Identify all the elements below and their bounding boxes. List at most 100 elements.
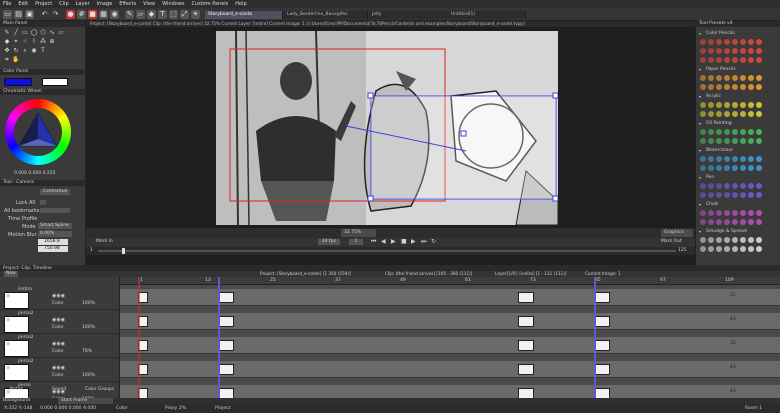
warp-tool-icon[interactable]: ⌇ (30, 38, 38, 46)
menu-file[interactable]: File (3, 1, 11, 7)
mode-dropdown[interactable]: Smart Spline (38, 223, 72, 229)
brush-preset-icon[interactable] (708, 219, 714, 225)
menu-custom-panels[interactable]: Custom Panels (191, 1, 228, 7)
brush-preset-icon[interactable] (716, 39, 722, 45)
expand-arrow-icon[interactable]: ▾ (699, 148, 701, 153)
secondary-color-swatch[interactable] (42, 78, 68, 86)
expand-arrow-icon[interactable]: ▾ (699, 67, 701, 72)
brush-preset-icon[interactable] (748, 192, 754, 198)
brush-preset-icon[interactable] (716, 129, 722, 135)
sound-tab[interactable]: Sound (52, 387, 66, 392)
room-selector[interactable]: Room 1 (745, 404, 762, 413)
layers-icon[interactable]: ▦ (99, 10, 108, 19)
brush-preset-icon[interactable] (748, 57, 754, 63)
brush-preset-icon[interactable] (700, 138, 706, 144)
grid-icon[interactable]: # (77, 10, 86, 19)
brush-preset-icon[interactable] (740, 138, 746, 144)
preset-section-1[interactable]: Paper Pencils (706, 67, 736, 72)
bookmarks-dropdown[interactable] (40, 208, 70, 213)
brush-preset-icon[interactable] (732, 156, 738, 162)
preset-section-7[interactable]: Smudge & Spread (706, 229, 747, 234)
brush-preset-icon[interactable] (756, 75, 762, 81)
brush-preset-icon[interactable] (740, 246, 746, 252)
frame-slider-handle[interactable] (122, 248, 125, 254)
playhead-left[interactable] (218, 277, 220, 398)
position-x-field[interactable]: 1656.9 (38, 239, 68, 245)
image-cell[interactable] (594, 292, 610, 303)
text-tool-icon[interactable]: T (39, 47, 47, 55)
brush-preset-icon[interactable] (724, 129, 730, 135)
brush-preset-icon[interactable] (700, 192, 706, 198)
brush-preset-icon[interactable] (756, 192, 762, 198)
image-cell[interactable] (218, 316, 234, 327)
brush-preset-icon[interactable] (748, 237, 754, 243)
menu-image[interactable]: Image (97, 1, 113, 7)
brush-preset-icon[interactable] (756, 138, 762, 144)
brush-preset-icon[interactable] (700, 57, 706, 63)
polygon-tool-icon[interactable]: ⬡ (39, 29, 47, 37)
brush-preset-icon[interactable] (740, 183, 746, 189)
layer-opacity[interactable]: 78% (82, 349, 92, 354)
expand-arrow-icon[interactable]: ▾ (699, 229, 701, 234)
brush-preset-icon[interactable] (724, 39, 730, 45)
brush-preset-icon[interactable] (700, 165, 706, 171)
brush-preset-icon[interactable] (748, 156, 754, 162)
brush-preset-icon[interactable] (756, 210, 762, 216)
brush-preset-icon[interactable] (708, 129, 714, 135)
layer-icons[interactable]: ◉◉◉ (52, 293, 65, 299)
eraser-icon[interactable]: ▱ (136, 10, 145, 19)
move-tool-icon[interactable]: ✥ (3, 47, 11, 55)
play-icon[interactable]: ▶ (391, 238, 396, 245)
preset-section-6[interactable]: Chalk (706, 202, 719, 207)
spray-tool-icon[interactable]: ⁂ (39, 38, 47, 46)
brush-preset-icon[interactable] (700, 183, 706, 189)
layer-row[interactable]: perso2 ◉◉◉ Color 78% ● (0, 334, 120, 358)
image-cell[interactable] (518, 340, 534, 351)
expand-arrow-icon[interactable]: ▾ (699, 31, 701, 36)
brush-preset-icon[interactable] (716, 210, 722, 216)
brush-preset-icon[interactable] (724, 138, 730, 144)
brush-preset-icon[interactable] (716, 75, 722, 81)
layer-row[interactable]: perso2 ◉◉◉ Color 100% ● (0, 358, 120, 382)
stamp-tool-icon[interactable]: ⊕ (48, 38, 56, 46)
brush-preset-icon[interactable] (732, 192, 738, 198)
brush-preset-icon[interactable] (740, 111, 746, 117)
image-cell[interactable] (518, 316, 534, 327)
menu-effects[interactable]: Effects (119, 1, 136, 7)
expand-arrow-icon[interactable]: ▾ (699, 121, 701, 126)
transform-icon[interactable]: ⤢ (180, 10, 189, 19)
brush-preset-icon[interactable] (708, 183, 714, 189)
brush-preset-icon[interactable] (716, 57, 722, 63)
brush-preset-icon[interactable] (708, 39, 714, 45)
brush-preset-icon[interactable] (708, 246, 714, 252)
text-icon[interactable]: T (158, 10, 167, 19)
brush-preset-icon[interactable] (740, 219, 746, 225)
layer-opacity[interactable]: 100% (82, 301, 95, 306)
first-frame-icon[interactable]: ⏮ (371, 238, 376, 246)
menu-view[interactable]: View (143, 1, 155, 7)
eraser-tool-icon[interactable]: ▱ (57, 29, 65, 37)
brush-preset-icon[interactable] (740, 165, 746, 171)
notes-tab[interactable]: Notes (10, 387, 23, 392)
menu-clip[interactable]: Clip (59, 1, 68, 7)
brush-preset-icon[interactable] (732, 165, 738, 171)
brush-preset-icon[interactable] (724, 102, 730, 108)
fill-icon[interactable]: ◆ (147, 10, 156, 19)
record-icon[interactable]: ● (66, 10, 75, 19)
fill-tool-icon[interactable]: ◆ (3, 38, 11, 46)
brush-preset-icon[interactable] (756, 39, 762, 45)
brush-preset-icon[interactable] (716, 192, 722, 198)
menu-layer[interactable]: Layer (76, 1, 90, 7)
brush-preset-icon[interactable] (708, 237, 714, 243)
preset-section-3[interactable]: Oil Painting (706, 121, 732, 126)
visibility-eye-icon[interactable]: ● (6, 293, 10, 299)
brush-preset-icon[interactable] (700, 246, 706, 252)
brush-preset-icon[interactable] (708, 156, 714, 162)
brush-preset-icon[interactable] (740, 84, 746, 90)
lock-all-checkbox[interactable] (40, 200, 46, 205)
brush-preset-icon[interactable] (716, 156, 722, 162)
curve-tool-icon[interactable]: ∿ (48, 29, 56, 37)
brush-preset-icon[interactable] (756, 57, 762, 63)
line-tool-icon[interactable]: ╱ (12, 29, 20, 37)
brush-preset-icon[interactable] (748, 219, 754, 225)
